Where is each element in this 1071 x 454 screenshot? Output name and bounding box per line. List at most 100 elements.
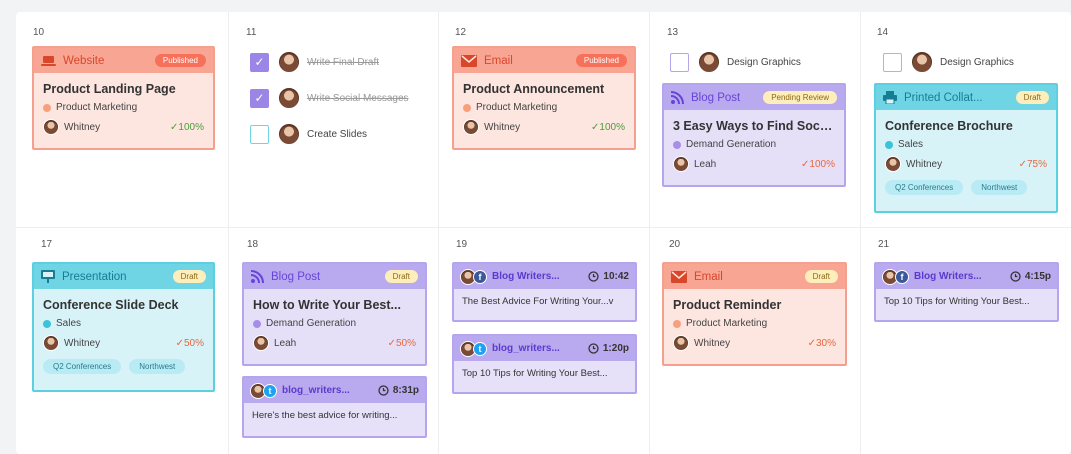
card-type: Blog Post (271, 270, 321, 283)
clock-icon (378, 385, 389, 396)
category-dot (885, 140, 893, 149)
day-number: 18 (247, 239, 259, 250)
card-type: Website (63, 54, 105, 67)
task-item[interactable]: Create Slides (250, 123, 420, 145)
day-number: 10 (33, 27, 45, 38)
content-card-blog-post[interactable]: Blog Post Pending Review 3 Easy Ways to … (662, 83, 846, 187)
social-post-card[interactable]: f Blog Writers... 10:42 The Best Advice … (452, 262, 637, 322)
day-number: 19 (456, 239, 468, 250)
post-time: 1:20p (602, 343, 629, 354)
card-title[interactable]: How to Write Your Best... (253, 298, 416, 312)
content-card-email[interactable]: Email Published Product Announcement Pro… (452, 46, 636, 150)
avatar (885, 156, 901, 172)
tag[interactable]: Q2 Conferences (43, 359, 122, 374)
social-account: blog_writers... (282, 385, 350, 396)
day-number: 20 (669, 239, 681, 250)
day-number: 13 (667, 27, 679, 38)
owner-name: Leah (274, 337, 297, 349)
day-number: 12 (455, 27, 467, 38)
card-title[interactable]: Conference Brochure (885, 119, 1047, 133)
tag[interactable]: Northwest (971, 180, 1028, 195)
task-item[interactable]: ✓ Write Final Draft (250, 51, 420, 73)
task-item[interactable]: Design Graphics (883, 51, 1053, 73)
presentation-icon (41, 270, 55, 283)
social-post-card[interactable]: t blog_writers... 8:31p Here's the best … (242, 376, 427, 438)
avatar (43, 335, 59, 351)
task-label: Design Graphics (940, 56, 1014, 68)
owner-name: Whitney (484, 121, 521, 133)
progress-label: ✓100% (591, 121, 625, 133)
printer-icon (883, 91, 897, 104)
card-title[interactable]: Conference Slide Deck (43, 298, 204, 312)
calendar-grid: 10 11 12 13 14 17 18 19 20 21 Website Pu… (16, 12, 1071, 454)
clock-icon (1010, 271, 1021, 282)
day-number: 21 (878, 239, 890, 250)
post-time: 8:31p (392, 385, 419, 396)
category-dot (673, 319, 681, 328)
tag[interactable]: Q2 Conferences (885, 180, 964, 195)
content-card-email[interactable]: Email Draft Product Reminder Product Mar… (662, 262, 847, 366)
avatar (673, 156, 689, 172)
content-card-blog-post[interactable]: Blog Post Draft How to Write Your Best..… (242, 262, 427, 366)
card-title[interactable]: Product Landing Page (43, 82, 204, 96)
checkbox-checked[interactable]: ✓ (250, 52, 269, 72)
avatar (911, 51, 933, 73)
category-dot (463, 103, 471, 112)
checkbox-unchecked[interactable] (883, 52, 902, 72)
twitter-icon: t (263, 383, 277, 398)
rss-icon (251, 270, 264, 283)
post-text: Here's the best advice for writing... (252, 410, 398, 421)
card-type: Blog Post (691, 91, 741, 104)
day-number: 14 (877, 27, 889, 38)
avatar (253, 335, 269, 351)
progress-label: ✓100% (801, 158, 835, 170)
task-item[interactable]: Design Graphics (670, 51, 840, 73)
category-label: Demand Generation (686, 139, 777, 150)
card-type: Printed Collat... (904, 91, 983, 104)
card-title[interactable]: Product Reminder (673, 298, 836, 312)
card-title[interactable]: 3 Easy Ways to Find Social... (673, 119, 835, 133)
category-label: Demand Generation (266, 318, 357, 329)
twitter-icon: t (473, 341, 487, 356)
card-type: Presentation (62, 270, 127, 283)
avatar (278, 87, 300, 109)
status-badge: Draft (1015, 91, 1049, 104)
content-card-presentation[interactable]: Presentation Draft Conference Slide Deck… (32, 262, 215, 392)
task-item[interactable]: ✓ Write Social Messages (250, 87, 420, 109)
status-badge: Draft (384, 270, 418, 283)
tag[interactable]: Northwest (129, 359, 186, 374)
avatar (278, 51, 300, 73)
social-post-card[interactable]: f Blog Writers... 4:15p Top 10 Tips for … (874, 262, 1059, 322)
social-account: Blog Writers... (492, 271, 560, 282)
owner-name: Whitney (64, 337, 101, 349)
status-badge: Draft (172, 270, 206, 283)
category-dot (253, 319, 261, 328)
task-label: Design Graphics (727, 56, 801, 68)
checkbox-checked[interactable]: ✓ (250, 88, 269, 108)
card-title[interactable]: Product Announcement (463, 82, 625, 96)
social-post-card[interactable]: t blog_writers... 1:20p Top 10 Tips for … (452, 334, 637, 394)
category-dot (43, 319, 51, 328)
category-label: Product Marketing (686, 318, 768, 329)
avatar (43, 119, 59, 135)
task-label: Write Final Draft (307, 56, 380, 68)
avatar (673, 335, 689, 351)
progress-label: ✓50% (175, 337, 204, 349)
status-badge: Published (575, 54, 627, 67)
category-label: Product Marketing (56, 102, 138, 113)
category-label: Product Marketing (476, 102, 558, 113)
progress-label: ✓75% (1018, 158, 1047, 170)
facebook-icon: f (895, 269, 909, 284)
content-card-website[interactable]: Website Published Product Landing Page P… (32, 46, 215, 150)
owner-name: Whitney (694, 337, 731, 349)
avatar (278, 123, 300, 145)
content-card-printed-collateral[interactable]: Printed Collat... Draft Conference Broch… (874, 83, 1058, 213)
category-dot (43, 103, 51, 112)
owner-name: Whitney (64, 121, 101, 133)
checkbox-unchecked[interactable] (250, 124, 269, 144)
post-text: Top 10 Tips for Writing Your Best... (462, 368, 608, 379)
task-label: Create Slides (307, 128, 368, 140)
status-badge: Draft (804, 270, 838, 283)
day-number: 11 (246, 27, 257, 38)
checkbox-unchecked[interactable] (670, 52, 689, 72)
